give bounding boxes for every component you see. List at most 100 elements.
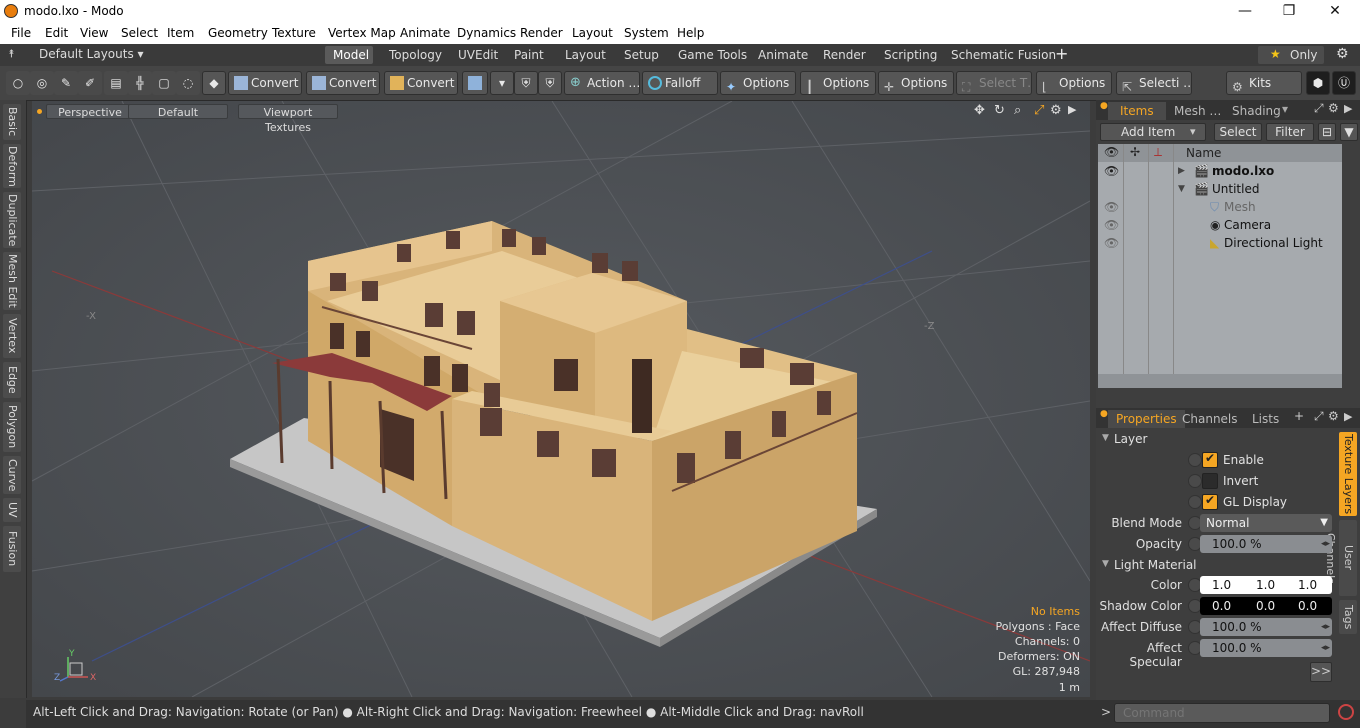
channel-knob[interactable] bbox=[1188, 495, 1202, 509]
gear-icon[interactable]: ⚙ bbox=[1336, 46, 1349, 62]
tab-scripting[interactable]: Scripting bbox=[876, 46, 945, 64]
tree-row[interactable]: 👁 ⛉ Mesh bbox=[1098, 198, 1338, 216]
add-tab-icon[interactable]: + bbox=[1294, 409, 1304, 423]
cube-icon[interactable]: ◆ bbox=[202, 71, 226, 95]
tab-polygon[interactable]: Polygon bbox=[3, 402, 21, 452]
brush-icon[interactable]: ✐ bbox=[78, 71, 102, 95]
action-center-button[interactable]: ⊕ Action … bbox=[564, 71, 640, 95]
tab-setup[interactable]: Setup bbox=[616, 46, 667, 64]
tab-schematic-fusion[interactable]: Schematic Fusion bbox=[943, 46, 1064, 64]
viewport-more-icon[interactable]: ▶ bbox=[1068, 103, 1076, 116]
menu-view[interactable]: View bbox=[80, 26, 108, 40]
tab-mesh-edit[interactable]: Mesh Edit bbox=[3, 252, 21, 310]
opacity-field[interactable]: 100.0 % ◂▸ bbox=[1200, 535, 1332, 553]
menu-texture[interactable]: Texture bbox=[272, 26, 316, 40]
section-collapse-icon[interactable]: ▼ bbox=[1102, 559, 1109, 569]
tree-row[interactable]: 👁 ◉ Camera bbox=[1098, 216, 1338, 234]
falloff-button[interactable]: Falloff bbox=[642, 71, 718, 95]
command-input[interactable] bbox=[1114, 703, 1330, 723]
collapse-arrow-icon[interactable]: ▼ bbox=[1178, 180, 1185, 198]
pan-icon[interactable]: ✥ bbox=[974, 103, 985, 118]
tab-user-channels[interactable]: User Channels bbox=[1324, 520, 1357, 596]
selection-button[interactable]: ⇱ Selecti … bbox=[1116, 71, 1192, 95]
convert-button-1[interactable]: Convert bbox=[228, 71, 302, 95]
filter-button[interactable]: Filter bbox=[1266, 123, 1314, 141]
options-button-3[interactable]: ✛ Options bbox=[878, 71, 954, 95]
menu-edit[interactable]: Edit bbox=[45, 26, 68, 40]
add-tab-button[interactable]: + bbox=[1055, 44, 1068, 63]
tab-lists[interactable]: Lists bbox=[1252, 410, 1279, 428]
panel-menu-dot[interactable]: ● bbox=[1100, 101, 1108, 111]
menu-file[interactable]: File bbox=[11, 26, 31, 40]
funnel-icon[interactable]: ▼ bbox=[1340, 123, 1358, 141]
tab-edge[interactable]: Edge bbox=[3, 362, 21, 398]
tab-curve[interactable]: Curve bbox=[3, 456, 21, 494]
layout-selector[interactable]: Default Layouts ▾ bbox=[39, 47, 144, 61]
menu-layout[interactable]: Layout bbox=[572, 26, 613, 40]
panel-more-icon[interactable]: ▶ bbox=[1344, 102, 1352, 115]
affect-specular-field[interactable]: 100.0 % ◂▸ bbox=[1200, 639, 1332, 657]
minimize-button[interactable]: — bbox=[1222, 0, 1268, 23]
eye-icon[interactable]: 👁 bbox=[1104, 216, 1119, 234]
viewport-textures-button[interactable]: Viewport Textures bbox=[238, 104, 338, 134]
eye-icon[interactable]: 👁 bbox=[1104, 234, 1119, 252]
menu-render[interactable]: Render bbox=[520, 26, 563, 40]
expand-arrow-icon[interactable]: ▶ bbox=[1178, 162, 1185, 180]
tab-topology[interactable]: Topology bbox=[381, 46, 450, 64]
viewport-gear-icon[interactable]: ⚙ bbox=[1050, 103, 1062, 118]
panel-gear-icon[interactable]: ⚙ bbox=[1328, 101, 1339, 115]
close-button[interactable]: ✕ bbox=[1312, 0, 1358, 23]
tab-animate[interactable]: Animate bbox=[750, 46, 816, 64]
tree-row[interactable]: 👁 ▶ 🎬 modo.lxo bbox=[1098, 162, 1338, 180]
kits-button[interactable]: ⚙ Kits bbox=[1226, 71, 1302, 95]
tab-channels[interactable]: Channels bbox=[1182, 410, 1238, 428]
tab-uvedit[interactable]: UVEdit bbox=[450, 46, 506, 64]
slider-arrows-icon[interactable]: ◂▸ bbox=[1321, 639, 1330, 657]
eye-icon[interactable]: 👁 bbox=[1104, 198, 1119, 216]
mesh-cube-icon[interactable] bbox=[462, 71, 488, 95]
menu-animate[interactable]: Animate bbox=[400, 26, 450, 40]
channel-knob[interactable] bbox=[1188, 453, 1202, 467]
view-mode-button[interactable]: Perspective bbox=[46, 104, 134, 119]
tree-row[interactable]: ▼ 🎬 Untitled bbox=[1098, 180, 1338, 198]
tab-uv[interactable]: UV bbox=[3, 498, 21, 522]
options-button-2[interactable]: ┃ Options bbox=[800, 71, 876, 95]
fit-icon[interactable]: ⤢ bbox=[1034, 103, 1044, 118]
align-icon[interactable]: ▤ bbox=[104, 71, 128, 95]
item-list-scrollbar[interactable] bbox=[1098, 374, 1342, 388]
tab-tags[interactable]: Tags bbox=[1339, 600, 1357, 634]
tree-row[interactable]: 👁 ◣ Directional Light bbox=[1098, 234, 1338, 252]
convert-button-2[interactable]: Convert bbox=[306, 71, 380, 95]
tab-dropdown-icon[interactable]: ▾ bbox=[1282, 102, 1288, 116]
blend-mode-select[interactable]: Normal ▼ bbox=[1200, 514, 1332, 532]
menu-help[interactable]: Help bbox=[677, 26, 704, 40]
invert-checkbox[interactable] bbox=[1202, 473, 1218, 489]
sphere-icon[interactable]: ◎ bbox=[30, 71, 54, 95]
collapse-icon[interactable]: ⊟ bbox=[1318, 123, 1336, 141]
tab-model[interactable]: Model bbox=[325, 46, 373, 64]
affect-diffuse-field[interactable]: 100.0 % ◂▸ bbox=[1200, 618, 1332, 636]
tab-game-tools[interactable]: Game Tools bbox=[670, 46, 755, 64]
menu-system[interactable]: System bbox=[624, 26, 669, 40]
tab-basic[interactable]: Basic bbox=[3, 104, 21, 140]
gl-display-checkbox[interactable] bbox=[1202, 493, 1218, 510]
tab-mesh[interactable]: Mesh … bbox=[1174, 102, 1221, 120]
options-button-1[interactable]: ✦ Options bbox=[720, 71, 796, 95]
tab-fusion[interactable]: Fusion bbox=[3, 526, 21, 572]
enable-checkbox[interactable] bbox=[1202, 451, 1218, 468]
channel-knob[interactable] bbox=[1188, 474, 1202, 488]
menu-geometry[interactable]: Geometry bbox=[208, 26, 268, 40]
tab-layout[interactable]: Layout bbox=[557, 46, 614, 64]
rotate-icon[interactable]: ↻ bbox=[994, 103, 1005, 118]
panel-menu-dot[interactable]: ● bbox=[1100, 409, 1108, 419]
menu-item[interactable]: Item bbox=[167, 26, 194, 40]
tab-duplicate[interactable]: Duplicate bbox=[3, 192, 21, 248]
shield-move-icon[interactable]: ⛨ bbox=[538, 71, 562, 95]
shading-mode-button[interactable]: Default bbox=[128, 104, 228, 119]
slider-arrows-icon[interactable]: ◂▸ bbox=[1321, 618, 1330, 636]
menu-dynamics[interactable]: Dynamics bbox=[457, 26, 516, 40]
maximize-panel-icon[interactable]: ⤢ bbox=[1314, 409, 1324, 424]
maximize-button[interactable]: ❐ bbox=[1266, 0, 1312, 23]
menu-vertex-map[interactable]: Vertex Map bbox=[328, 26, 396, 40]
tab-vertex[interactable]: Vertex bbox=[3, 314, 21, 358]
